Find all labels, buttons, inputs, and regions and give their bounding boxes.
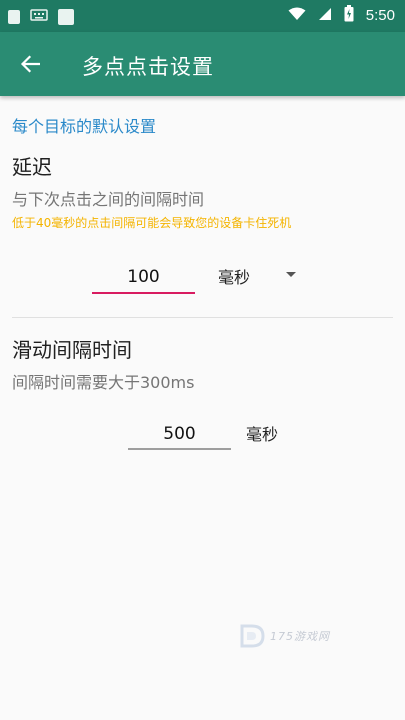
watermark: 175游戏网 [238,622,330,650]
divider [12,317,393,318]
status-right-icons: 5:50 [288,5,395,26]
watermark-text: 175游戏网 [270,630,330,643]
delay-warning: 低于40毫秒的点击间隔可能会导致您的设备卡住死机 [12,216,292,230]
status-bar: 5:50 [0,0,405,32]
section-title: 每个目标的默认设置 [12,117,157,136]
slide-interval-title: 滑动间隔时间 [12,338,132,362]
delay-subtitle: 与下次点击之间的间隔时间 [12,190,205,209]
keyboard-icon [30,7,48,26]
battery-icon [344,5,354,26]
back-button[interactable] [14,48,46,80]
delay-unit-label: 毫秒 [218,268,251,287]
dropdown-arrow-icon [286,272,296,277]
notification-icon [8,9,20,24]
page-title: 多点点击设置 [82,55,214,79]
status-left-icons [8,7,74,26]
watermark-logo-icon [240,624,265,648]
app-bar: 多点点击设置 [0,32,405,96]
slide-unit-label: 毫秒 [246,425,279,444]
status-time: 5:50 [365,7,395,24]
delay-unit-dropdown[interactable]: 毫秒 [218,263,308,289]
arrow-left-icon [20,55,40,73]
app-icon [58,8,74,25]
wifi-icon [288,6,306,25]
delay-title: 延迟 [12,155,52,179]
slide-interval-subtitle: 间隔时间需要大于300ms [12,373,195,392]
slide-interval-input[interactable] [128,419,231,450]
signal-icon [318,6,332,25]
delay-input[interactable] [92,262,195,294]
